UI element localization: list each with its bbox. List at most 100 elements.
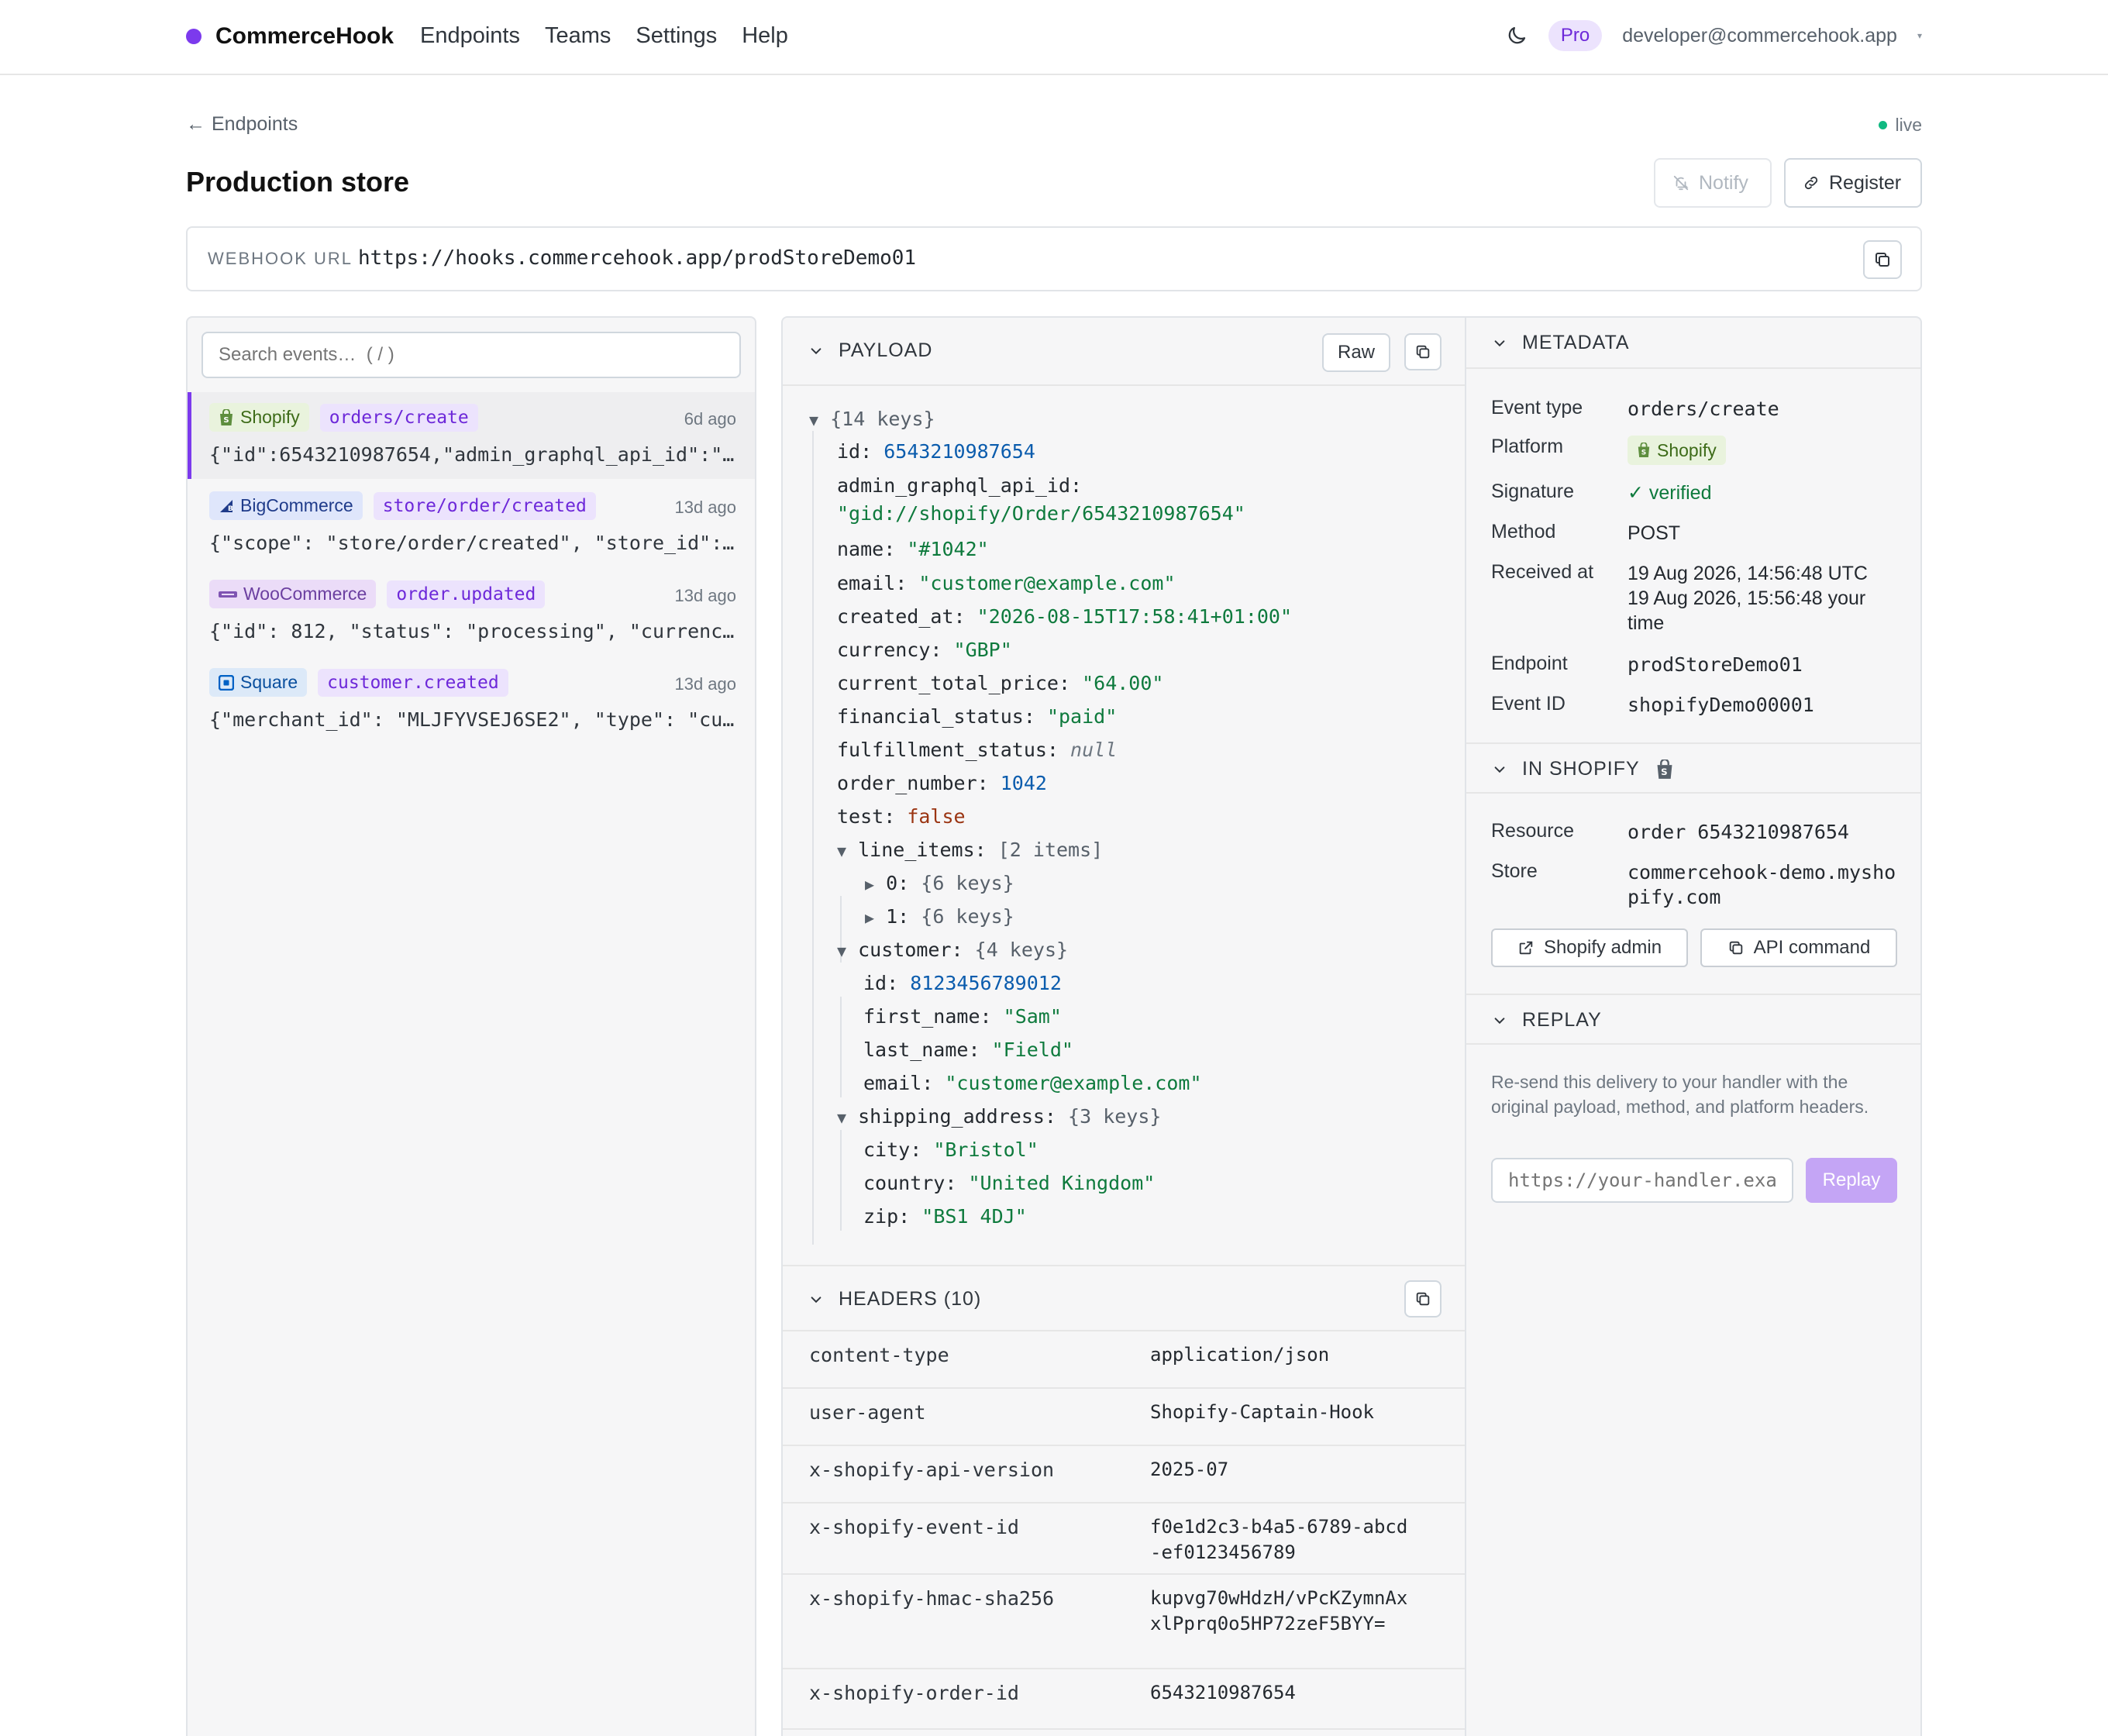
external-link-icon (1519, 941, 1533, 955)
status-dot-icon (1879, 121, 1888, 129)
payload-panel: PAYLOAD Raw ▼ {14 keys} id: 654321098765… (781, 316, 1465, 1736)
header-value: 6543210987654 (1150, 1682, 1296, 1703)
replay-description: Re-send this delivery to your handler wi… (1491, 1072, 1869, 1117)
header-key: x-shopify-event-id (809, 1516, 1019, 1538)
headers-title: HEADERS (10) (839, 1288, 982, 1310)
tree-field: id: 8123456789012 (863, 972, 1062, 994)
header-key: x-shopify-order-id (809, 1682, 1019, 1704)
triangle-down-icon: ▼ (837, 942, 847, 960)
tree-node-customer[interactable]: ▼ customer: {4 keys} (837, 939, 1068, 961)
copy-icon (1876, 253, 1889, 267)
tree-guide (812, 431, 814, 1245)
header-value: application/json (1150, 1344, 1330, 1366)
signature-verified: ✓ verified (1628, 482, 1712, 504)
payload-toggle[interactable]: PAYLOAD (809, 339, 932, 362)
bigcommerce-icon: B (220, 499, 233, 513)
brand[interactable]: CommerceHook (186, 23, 394, 50)
triangle-right-icon: ▶ (865, 908, 875, 927)
header-value: kupvg70wHdzH/vPcKZymnAxxlPprq0o5HP72zeF5… (1150, 1587, 1408, 1634)
header-row: x-shopify-order-id 6543210987654 (783, 1669, 1465, 1730)
nav-link-endpoints[interactable]: Endpoints (420, 23, 520, 49)
plan-badge: Pro (1548, 20, 1603, 51)
platform-badge: Square (209, 668, 308, 697)
tree-field: order_number: 1042 (837, 772, 1047, 794)
metadata-header: METADATA (1466, 318, 1920, 369)
nav-link-help[interactable]: Help (742, 23, 788, 49)
tree-field: current_total_price: "64.00" (837, 672, 1164, 694)
header-key: x-shopify-hmac-sha256 (809, 1587, 1055, 1610)
header-value: 2025-07 (1150, 1459, 1229, 1480)
topic-badge: order.updated (387, 580, 546, 608)
replay-button[interactable]: Replay (1806, 1158, 1897, 1203)
nav-links: Endpoints Teams Settings Help (420, 23, 788, 49)
tree-field: email: "customer@example.com" (837, 572, 1176, 594)
in-shopify-header: IN SHOPIFY S (1466, 742, 1920, 794)
shopify-bag-icon: S (1638, 443, 1650, 457)
chevron-down-icon (1494, 766, 1505, 773)
event-time: 13d ago (674, 498, 736, 517)
arrow-left-icon: ← (186, 113, 205, 135)
copy-headers-button[interactable] (1404, 1280, 1442, 1318)
replay-toggle[interactable]: REPLAY (1493, 1009, 1602, 1032)
tree-field: admin_graphql_api_id: (837, 474, 1083, 497)
search-events-input[interactable] (202, 332, 741, 378)
payload-title: PAYLOAD (839, 339, 933, 361)
in-shopify-toggle[interactable]: IN SHOPIFY S (1493, 758, 1674, 780)
metadata-toggle[interactable]: METADATA (1493, 332, 1630, 354)
notify-button[interactable]: Notify (1654, 158, 1772, 208)
events-panel: S Shopify orders/create 6d ago {"id":654… (186, 316, 756, 1736)
user-menu[interactable]: developer@commercehook.app (1622, 25, 1897, 47)
copy-icon (1416, 345, 1430, 359)
tree-node-line-item-0[interactable]: ▶ 0: {6 keys} (865, 872, 1014, 894)
event-item-bigcommerce[interactable]: B BigCommerce store/order/created 13d ag… (188, 480, 755, 567)
register-button[interactable]: Register (1784, 158, 1922, 208)
copy-url-button[interactable] (1863, 240, 1902, 279)
event-item-woocommerce[interactable]: WooCommerce order.updated 13d ago {"id":… (188, 569, 755, 656)
event-preview: {"id":6543210987654,"admin_graphql_api_i… (209, 443, 736, 466)
platform-name: Shopify (240, 407, 300, 427)
api-command-button[interactable]: API command (1700, 928, 1897, 967)
back-link-label: Endpoints (212, 113, 298, 135)
tree-node-shipping-address[interactable]: ▼ shipping_address: {3 keys} (837, 1105, 1161, 1128)
platform-badge: S Shopify (209, 403, 309, 432)
svg-text:S: S (223, 416, 229, 425)
header-row: user-agent Shopify-Captain-Hook (783, 1389, 1465, 1446)
square-logo-icon (219, 674, 234, 691)
raw-button[interactable]: Raw (1321, 333, 1390, 372)
webhook-url-value[interactable]: https://hooks.commercehook.app/prodStore… (358, 246, 916, 270)
chevron-down-icon (811, 1296, 822, 1303)
moon-icon[interactable] (1505, 24, 1528, 47)
header-key: x-shopify-api-version (809, 1459, 1055, 1481)
copy-payload-button[interactable] (1404, 333, 1442, 370)
tree-field: id: 6543210987654 (837, 440, 1035, 463)
shopify-admin-button[interactable]: Shopify admin (1491, 928, 1688, 967)
headers-toggle[interactable]: HEADERS (10) (809, 1288, 981, 1311)
event-item-shopify[interactable]: S Shopify orders/create 6d ago {"id":654… (188, 392, 755, 479)
shopify-bag-icon: S (220, 408, 232, 425)
event-time: 13d ago (674, 674, 736, 694)
event-item-square[interactable]: Square customer.created 13d ago {"mercha… (188, 657, 755, 744)
header-value: Shopify-Captain-Hook (1150, 1401, 1374, 1423)
nav-link-settings[interactable]: Settings (636, 23, 717, 49)
header-row: x-shopify-hmac-sha256 kupvg70wHdzH/vPcKZ… (783, 1575, 1465, 1669)
tree-field: city: "Bristol" (863, 1138, 1038, 1161)
tree-node-line-items[interactable]: ▼ line_items: [2 items] (837, 839, 1103, 861)
header-key: user-agent (809, 1401, 926, 1424)
header-row: content-type application/json (783, 1331, 1465, 1389)
replay-header: REPLAY (1466, 994, 1920, 1045)
webhook-url-label: WEBHOOK URL (208, 249, 353, 268)
tree-field: email: "customer@example.com" (863, 1072, 1202, 1094)
chevron-down-icon[interactable]: ▾ (1917, 30, 1922, 41)
triangle-down-icon: ▼ (837, 842, 847, 860)
header-row: x-shopify-event-id f0e1d2c3-b4a5-6789-ab… (783, 1504, 1465, 1575)
event-preview: {"merchant_id": "MLJFYVSEJ6SE2", "type":… (209, 708, 736, 731)
tree-field: test: false (837, 805, 966, 828)
tree-node-line-item-1[interactable]: ▶ 1: {6 keys} (865, 905, 1014, 928)
tree-root[interactable]: ▼ {14 keys} (809, 408, 935, 430)
nav-link-teams[interactable]: Teams (545, 23, 611, 49)
back-link[interactable]: ← Endpoints (186, 113, 298, 136)
tree-field: financial_status: "paid" (837, 705, 1118, 728)
top-nav: CommerceHook Endpoints Teams Settings He… (0, 0, 2108, 75)
page-title: Production store (186, 166, 410, 198)
replay-url-input[interactable] (1491, 1158, 1793, 1203)
